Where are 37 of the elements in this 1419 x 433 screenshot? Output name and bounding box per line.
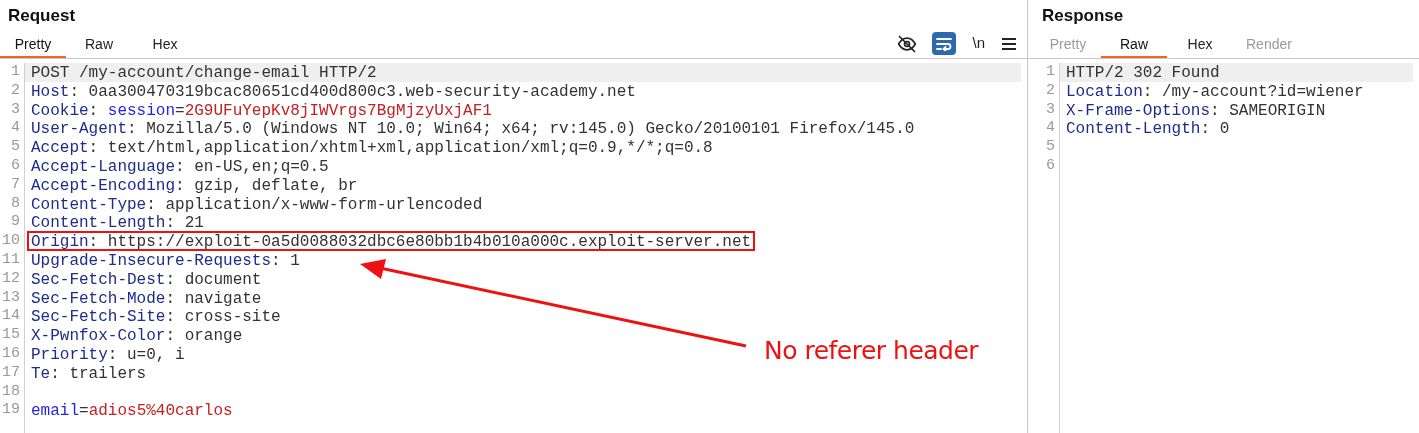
eye-off-icon[interactable] (896, 33, 919, 54)
newline-toggle[interactable]: \n (970, 32, 987, 55)
line-number: 17 (2, 363, 20, 383)
view-tab[interactable]: Raw (1101, 32, 1167, 58)
line-number: 8 (11, 194, 20, 214)
line-number: 9 (11, 213, 20, 233)
line-number: 15 (2, 326, 20, 345)
line-number: 2 (1046, 81, 1055, 101)
line-number: 3 (1046, 100, 1055, 120)
view-tab[interactable]: Pretty (0, 32, 66, 58)
view-tab[interactable]: Hex (1167, 32, 1233, 58)
line-number: 5 (1046, 138, 1055, 157)
panel-title: Request (8, 5, 76, 28)
line-number: 10 (2, 232, 20, 251)
line-number: 4 (11, 119, 20, 139)
line-number: 4 (1046, 119, 1055, 139)
line-number: 1 (1046, 63, 1055, 82)
view-tab[interactable]: Hex (132, 32, 198, 58)
line-number: 12 (2, 269, 20, 289)
line-number: 19 (2, 401, 20, 421)
menu-icon[interactable] (1001, 36, 1017, 51)
line-number: 5 (11, 138, 20, 157)
line-number: 1 (11, 63, 20, 82)
line-number: 18 (2, 382, 20, 402)
line-number: 7 (11, 175, 20, 195)
line-number: 11 (2, 250, 20, 270)
view-tab[interactable]: Raw (66, 32, 132, 58)
wrap-icon (936, 36, 953, 51)
line-number: 16 (2, 344, 20, 364)
line-number: 3 (11, 100, 20, 120)
panel-title: Response (1042, 5, 1124, 28)
line-number: 14 (2, 307, 20, 327)
line-number: 2 (11, 81, 20, 101)
line-number: 6 (11, 157, 20, 176)
line-number: 13 (2, 288, 20, 308)
line-number: 6 (1046, 157, 1055, 176)
wrap-lines-button[interactable] (932, 32, 957, 55)
